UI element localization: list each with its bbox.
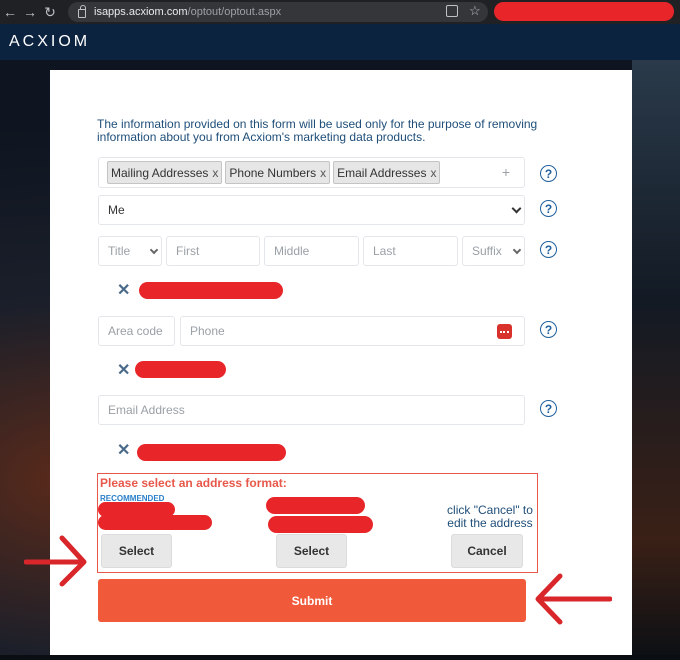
help-icon-record-types[interactable]: ? [540,165,557,182]
forward-icon[interactable]: → [20,0,40,24]
url-host: isapps.acxiom.com [94,6,188,18]
share-icon[interactable] [446,5,458,17]
middle-name-input[interactable]: Middle [264,236,359,266]
help-icon-requester[interactable]: ? [540,200,557,217]
add-tag-icon[interactable]: + [502,164,510,180]
remove-name-icon[interactable]: ✕ [117,280,130,300]
submit-button[interactable]: Submit [98,579,526,622]
acxiom-logo[interactable]: ACXIOM [9,33,90,51]
first-name-input[interactable]: First [166,236,260,266]
area-code-input[interactable]: Area code [98,316,175,346]
redacted-address-2-line-2 [268,516,373,533]
bottom-strip [0,655,680,660]
address-format-title: Please select an address format: [100,476,287,490]
tag-label: Email Addresses [337,165,427,180]
remove-phone-icon[interactable]: ✕ [117,360,130,380]
cancel-note: click "Cancel" to edit the address [447,503,533,530]
address-bar[interactable]: isapps.acxiom.com/optout/optout.aspx [68,2,488,22]
redacted-phone [135,361,226,378]
suffix-placeholder: Suffix [472,244,502,258]
chevron-down-icon [149,245,159,255]
phone-placeholder: Phone [190,324,225,338]
redacted-name [139,282,283,299]
tag-label: Mailing Addresses [111,165,209,180]
url-path: /optout/optout.aspx [187,6,282,18]
suffix-select[interactable]: Suffix [462,236,525,266]
help-icon-phone[interactable]: ? [540,321,557,338]
help-icon-email[interactable]: ? [540,400,557,417]
tag-remove-icon[interactable]: x [212,166,218,180]
reload-icon[interactable]: ↻ [40,0,60,24]
first-name-placeholder: First [176,244,200,258]
title-placeholder: Title [108,244,131,258]
site-header: ACXIOM [0,24,680,60]
chevron-down-icon [511,203,522,214]
title-select[interactable]: Title [98,236,162,266]
record-type-tags-input[interactable]: Mailing Addresses x Phone Numbers x Email … [98,157,525,188]
last-name-placeholder: Last [373,244,396,258]
chevron-down-icon [512,245,522,255]
intro-text: The information provided on this form wi… [97,117,538,144]
back-icon[interactable]: ← [0,0,20,24]
middle-name-placeholder: Middle [274,244,310,258]
redacted-email [137,444,286,461]
background-edge [632,60,680,660]
last-name-input[interactable]: Last [363,236,458,266]
phone-input[interactable]: Phone [180,316,525,346]
annotation-arrow-left [24,535,87,587]
requester-select-value: Me [108,203,125,217]
more-options-icon[interactable] [497,324,512,339]
remove-email-icon[interactable]: ✕ [117,440,130,460]
email-placeholder: Email Address [108,403,185,417]
tag-email-addresses[interactable]: Email Addresses x [333,161,441,184]
tag-remove-icon[interactable]: x [320,166,326,180]
redacted-profile [494,2,674,21]
email-input[interactable]: Email Address [98,395,525,425]
tag-mailing-addresses[interactable]: Mailing Addresses x [107,161,223,184]
cancel-address-button[interactable]: Cancel [451,534,523,568]
area-code-placeholder: Area code [108,324,163,338]
tag-remove-icon[interactable]: x [430,166,436,180]
select-recommended-address-button[interactable]: Select [101,534,172,568]
help-icon-name[interactable]: ? [540,241,557,258]
tag-label: Phone Numbers [229,165,317,180]
select-original-address-button[interactable]: Select [276,534,347,568]
redacted-address-2-line-1 [266,497,365,514]
redacted-address-1-line-2 [98,515,212,530]
requester-select[interactable]: Me [98,195,525,225]
bookmark-star-icon[interactable]: ☆ [469,3,481,19]
tag-phone-numbers[interactable]: Phone Numbers x [225,161,331,184]
annotation-arrow-right [535,573,612,625]
lock-icon [78,4,86,18]
